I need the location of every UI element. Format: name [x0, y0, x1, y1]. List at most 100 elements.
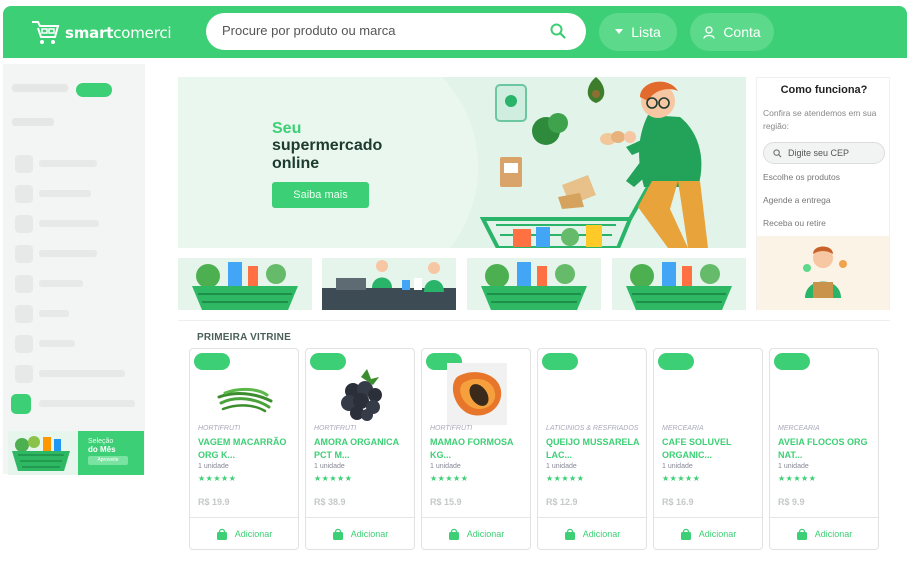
- search-bar: [206, 13, 586, 50]
- rating-stars: ★★★★★: [778, 474, 817, 483]
- promo-button[interactable]: Aproveite: [88, 456, 128, 465]
- sidebar-skeleton-line: [12, 84, 68, 92]
- add-to-cart-button[interactable]: Adicionar: [654, 517, 762, 550]
- sidebar-promo-banner[interactable]: Seleção do Mês Aproveite: [8, 431, 144, 475]
- product-name[interactable]: QUEIJO MUSSARELA LAC...: [546, 436, 642, 462]
- promo-subtitle: do Mês: [88, 445, 116, 454]
- product-unit: 1 unidade: [662, 463, 693, 470]
- promo-title: Seleção: [88, 438, 114, 445]
- product-card[interactable]: MERCEARIA CAFE SOLUVEL ORGANIC... 1 unid…: [653, 348, 763, 550]
- product-unit: 1 unidade: [778, 463, 809, 470]
- banner-thumbnail[interactable]: [612, 258, 746, 310]
- product-name[interactable]: AMORA ORGANICA PCT M...: [314, 436, 410, 462]
- sidebar-promo-pill[interactable]: [76, 83, 112, 97]
- shopping-bag-icon: [796, 528, 807, 540]
- banner-thumbnail[interactable]: [467, 258, 601, 310]
- user-icon: [703, 25, 715, 39]
- category-icon[interactable]: [15, 215, 33, 233]
- add-to-cart-button[interactable]: Adicionar: [422, 517, 530, 550]
- how-subtitle: Confira se atendemos em sua região:: [763, 108, 877, 131]
- sidebar-skeleton-line: [12, 118, 54, 126]
- logo-bold: smart: [65, 24, 114, 42]
- search-icon: [773, 149, 782, 158]
- blackberry-icon: [341, 369, 382, 421]
- add-to-cart-button[interactable]: Adicionar: [770, 517, 878, 550]
- category-icon[interactable]: [15, 245, 33, 263]
- product-price: R$ 38.9: [314, 497, 346, 507]
- add-label: Adicionar: [466, 529, 505, 539]
- category-icon[interactable]: [15, 185, 33, 203]
- product-unit: 1 unidade: [314, 463, 345, 470]
- product-card[interactable]: LATICINIOS & RESFRIADOS QUEIJO MUSSARELA…: [537, 348, 647, 550]
- add-label: Adicionar: [814, 529, 853, 539]
- product-card[interactable]: MERCEARIA AVEIA FLOCOS ORG NAT... 1 unid…: [769, 348, 879, 550]
- sidebar-skeleton-line: [39, 220, 99, 227]
- basket-illustration-icon: [192, 262, 298, 310]
- lista-button[interactable]: Lista: [599, 13, 677, 51]
- how-title: Como funciona?: [780, 84, 868, 96]
- rating-stars: ★★★★★: [314, 474, 353, 483]
- green-beans-icon: [217, 387, 273, 413]
- logo-text: smartcomerci: [65, 24, 172, 42]
- product-price: R$ 9.9: [778, 497, 805, 507]
- top-header: smartcomerci Lista Conta: [3, 6, 907, 58]
- discount-badge: [542, 353, 578, 370]
- shopping-bag-icon: [332, 528, 343, 540]
- category-icon[interactable]: [15, 305, 33, 323]
- cep-input[interactable]: Digite seu CEP: [763, 142, 885, 164]
- product-price: R$ 15.9: [430, 497, 462, 507]
- product-card[interactable]: HORTIFRUTI MAMAO FORMOSA KG... 1 unidade…: [421, 348, 531, 550]
- add-to-cart-button[interactable]: Adicionar: [306, 517, 414, 550]
- add-label: Adicionar: [698, 529, 737, 539]
- sidebar-skeleton-line: [39, 400, 135, 407]
- brand-logo[interactable]: smartcomerci: [30, 18, 172, 48]
- search-input[interactable]: [222, 23, 532, 38]
- category-icon[interactable]: [15, 335, 33, 353]
- how-step-2: Agende a entrega: [763, 195, 831, 205]
- shopping-bag-icon: [680, 528, 691, 540]
- category-icon[interactable]: [15, 275, 33, 293]
- conta-button[interactable]: Conta: [690, 13, 774, 51]
- shopping-bag-icon: [564, 528, 575, 540]
- how-illustration: [757, 236, 889, 310]
- product-category: MERCEARIA: [778, 425, 820, 432]
- sidebar-skeleton-line: [39, 310, 69, 317]
- product-unit: 1 unidade: [198, 463, 229, 470]
- product-card[interactable]: HORTIFRUTI AMORA ORGANICA PCT M... 1 uni…: [305, 348, 415, 550]
- add-to-cart-button[interactable]: Adicionar: [538, 517, 646, 550]
- product-category: HORTIFRUTI: [198, 425, 241, 432]
- delivery-person-icon: [803, 246, 847, 298]
- sidebar-skeleton-line: [39, 250, 97, 257]
- category-sidebar: [3, 64, 145, 474]
- product-name[interactable]: VAGEM MACARRÃO ORG K...: [198, 436, 294, 462]
- hero-banner: Seu supermercado online Saiba mais: [178, 77, 746, 248]
- add-to-cart-button[interactable]: Adicionar: [190, 517, 298, 550]
- cart-logo-icon: [32, 21, 60, 44]
- sidebar-skeleton-line: [39, 160, 97, 167]
- product-card[interactable]: HORTIFRUTI VAGEM MACARRÃO ORG K... 1 uni…: [189, 348, 299, 550]
- discount-badge: [774, 353, 810, 370]
- rating-stars: ★★★★★: [430, 474, 469, 483]
- sidebar-skeleton-line: [39, 340, 75, 347]
- search-icon[interactable]: [550, 23, 566, 39]
- conta-label: Conta: [723, 24, 761, 40]
- basket-illustration-icon: [481, 262, 587, 310]
- product-unit: 1 unidade: [430, 463, 461, 470]
- rating-stars: ★★★★★: [546, 474, 585, 483]
- page: smartcomerci Lista Conta: [0, 0, 908, 572]
- product-name[interactable]: MAMAO FORMOSA KG...: [430, 436, 526, 462]
- discount-badge: [658, 353, 694, 370]
- product-name[interactable]: CAFE SOLUVEL ORGANIC...: [662, 436, 758, 462]
- all-categories-icon[interactable]: [11, 394, 31, 414]
- category-icon[interactable]: [15, 155, 33, 173]
- sidebar-skeleton-line: [39, 190, 91, 197]
- how-it-works-panel: Como funciona? Confira se atendemos em s…: [756, 77, 890, 310]
- category-icon[interactable]: [15, 365, 33, 383]
- product-name[interactable]: AVEIA FLOCOS ORG NAT...: [778, 436, 874, 462]
- cep-placeholder: Digite seu CEP: [788, 148, 850, 158]
- banner-thumbnail[interactable]: [322, 258, 456, 310]
- banner-thumbnail[interactable]: [178, 258, 312, 310]
- product-category: MERCEARIA: [662, 425, 704, 432]
- rating-stars: ★★★★★: [198, 474, 237, 483]
- showcase-title: PRIMEIRA VITRINE: [197, 332, 291, 343]
